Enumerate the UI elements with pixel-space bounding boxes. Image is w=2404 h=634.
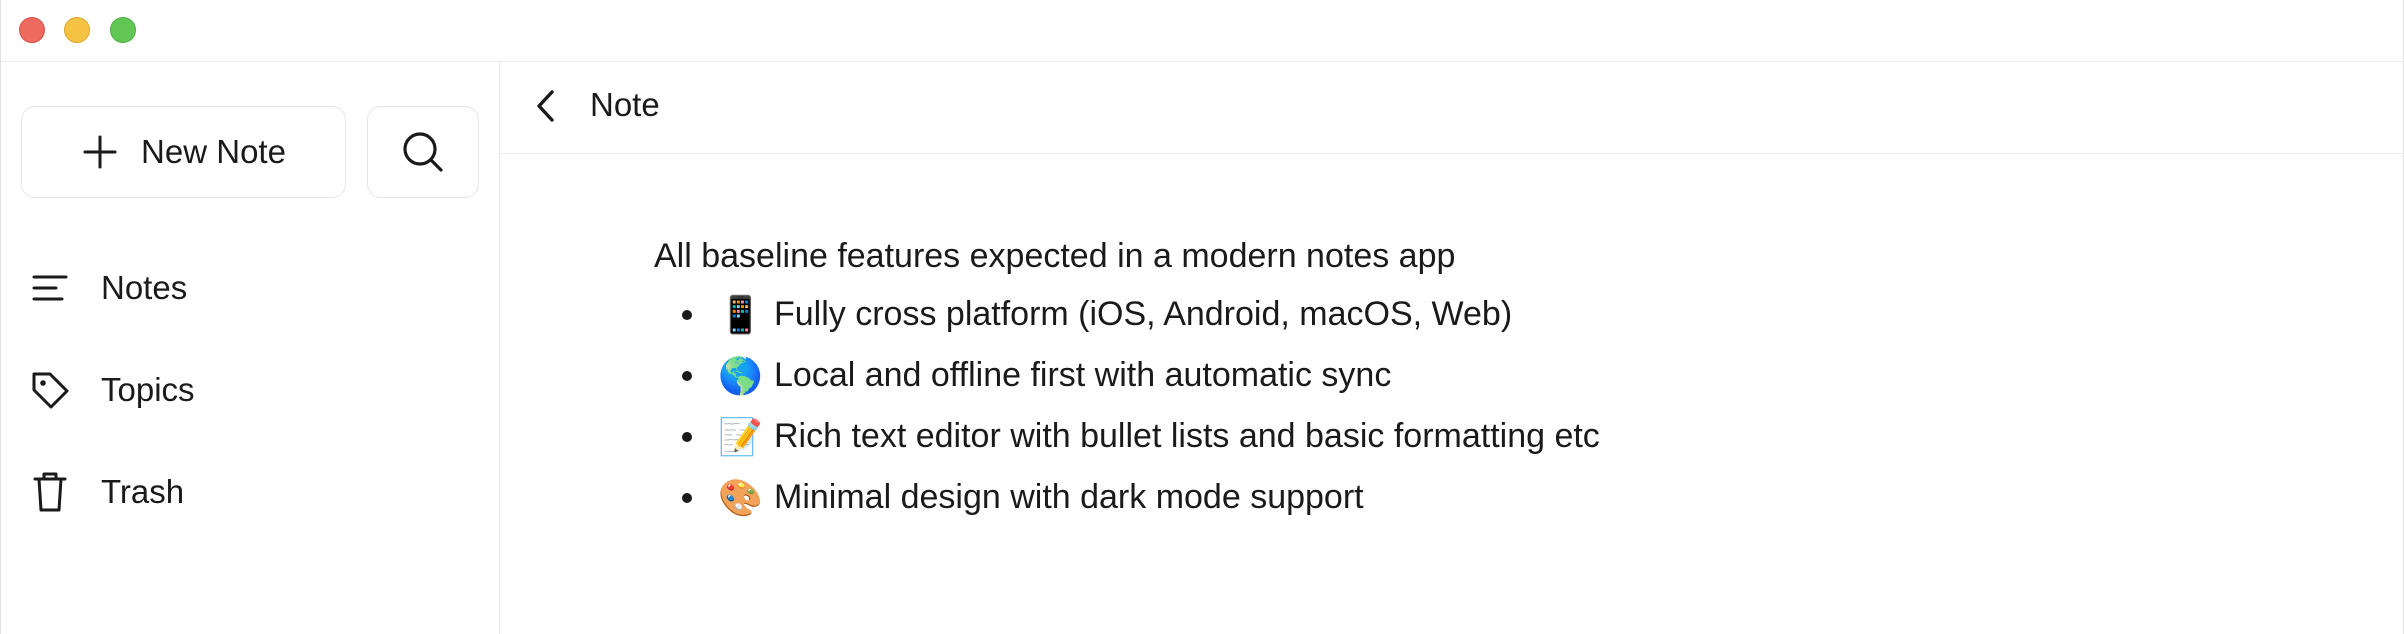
palette-emoji-icon: 🎨 <box>718 477 763 519</box>
list-item: 🎨 Minimal design with dark mode support <box>654 467 2254 528</box>
close-window-button[interactable] <box>19 17 45 43</box>
chevron-left-icon <box>537 90 554 122</box>
bullet-dot <box>682 370 692 381</box>
list-icon <box>29 267 71 309</box>
new-note-button[interactable]: New Note <box>21 106 346 198</box>
new-note-label: New Note <box>141 133 286 170</box>
note-intro-text: All baseline features expected in a mode… <box>654 237 1456 275</box>
bullet-dot <box>682 309 692 320</box>
sidebar-item-notes[interactable]: Notes <box>29 258 469 318</box>
bullet-text: Local and offline first with automatic s… <box>774 356 1392 394</box>
search-icon <box>403 132 443 172</box>
back-button[interactable] <box>526 84 566 128</box>
phone-emoji-icon: 📱 <box>718 294 763 336</box>
sidebar-item-label: Topics <box>101 371 195 408</box>
bullet-text: Fully cross platform (iOS, Android, macO… <box>774 295 1513 333</box>
sidebar-item-label: Notes <box>101 269 188 306</box>
note-header: Note <box>500 62 2404 154</box>
tag-icon <box>29 369 71 411</box>
bullet-dot <box>682 431 692 442</box>
bullet-list: 📱 Fully cross platform (iOS, Android, ma… <box>654 284 2254 528</box>
sidebar: New Note Notes Topics Trash <box>1 62 500 634</box>
search-button[interactable] <box>367 106 479 198</box>
memo-emoji-icon: 📝 <box>718 416 763 458</box>
minimize-window-button[interactable] <box>64 17 90 43</box>
list-item: 📱 Fully cross platform (iOS, Android, ma… <box>654 284 2254 345</box>
globe-emoji-icon: 🌎 <box>718 355 763 397</box>
note-pane: Note All baseline features expected in a… <box>500 62 2404 634</box>
sidebar-item-trash[interactable]: Trash <box>29 462 469 522</box>
sidebar-item-label: Trash <box>101 473 185 510</box>
note-editor[interactable]: All baseline features expected in a mode… <box>654 232 2254 528</box>
title-bar <box>1 0 2404 62</box>
list-item: 🌎 Local and offline first with automatic… <box>654 345 2254 406</box>
bullet-text: Rich text editor with bullet lists and b… <box>774 417 1600 455</box>
trash-icon <box>29 471 71 513</box>
page-title: Note <box>590 86 660 123</box>
app-window: New Note Notes Topics Trash Note All bas… <box>0 0 2404 634</box>
list-item: 📝 Rich text editor with bullet lists and… <box>654 406 2254 467</box>
sidebar-item-topics[interactable]: Topics <box>29 360 469 420</box>
plus-icon <box>83 135 117 169</box>
zoom-window-button[interactable] <box>110 17 136 43</box>
bullet-text: Minimal design with dark mode support <box>774 478 1364 516</box>
bullet-dot <box>682 492 692 503</box>
